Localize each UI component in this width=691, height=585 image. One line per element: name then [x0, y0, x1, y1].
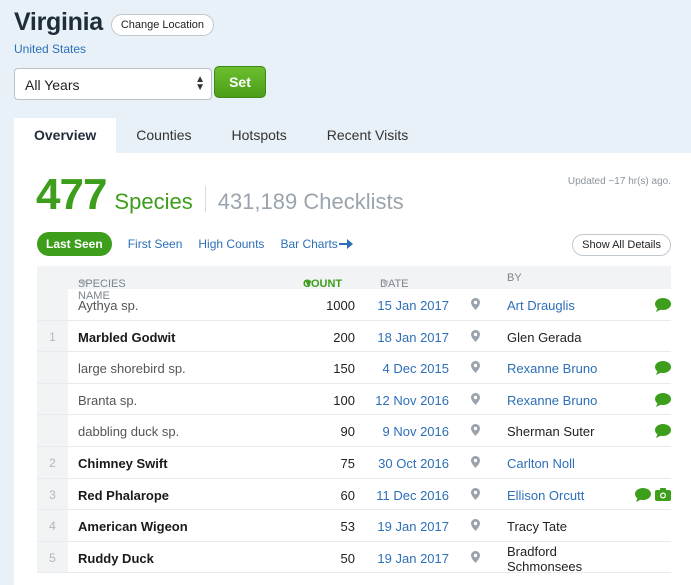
observer-name: Tracy Tate — [507, 519, 567, 535]
comment-icon[interactable] — [655, 424, 671, 441]
sort-options: Last Seen First Seen High Counts Bar Cha… — [37, 232, 353, 256]
tab-overview[interactable]: Overview — [14, 118, 117, 153]
date-link[interactable]: 12 Nov 2016 — [367, 393, 449, 408]
table-row: Aythya sp. 1000 15 Jan 2017 Art Drauglis — [37, 289, 671, 321]
col-by: BY — [507, 272, 522, 284]
bar-charts-label: Bar Charts — [280, 237, 338, 251]
table-row: 4 American Wigeon 53 19 Jan 2017 Tracy Tate — [37, 510, 671, 542]
row-icons — [655, 298, 671, 315]
observer-name: Sherman Suter — [507, 424, 595, 440]
show-all-details-button[interactable]: Show All Details — [572, 234, 671, 256]
row-icons — [655, 424, 671, 441]
count-value: 50 — [340, 550, 355, 566]
location-pin-icon[interactable] — [471, 424, 480, 439]
comment-icon[interactable] — [635, 487, 651, 505]
updated-text: Updated ~17 hr(s) ago. — [567, 176, 671, 187]
location-pin-icon[interactable] — [471, 487, 480, 503]
count-value: 75 — [340, 455, 355, 471]
camera-icon[interactable] — [655, 487, 671, 505]
sort-first-seen[interactable]: First Seen — [128, 237, 183, 251]
count-value: 90 — [340, 424, 355, 440]
comment-icon[interactable] — [655, 298, 671, 315]
observer-name: Bradford Schmonsees — [507, 543, 583, 574]
table-row: 3 Red Phalarope 60 11 Dec 2016 Ellison Orcut… — [37, 478, 671, 511]
location-pin-icon[interactable] — [471, 519, 480, 534]
location-pin-icon[interactable] — [471, 298, 480, 313]
comment-icon[interactable] — [655, 361, 671, 378]
observer-name[interactable]: Carlton Noll — [507, 456, 575, 471]
observer-name[interactable]: Rexanne Bruno — [507, 361, 597, 376]
tab-recent-visits[interactable]: Recent Visits — [307, 118, 428, 153]
location-pin-icon[interactable] — [471, 550, 480, 566]
location-title: Virginia — [14, 8, 103, 36]
overview-panel: 477 Species 431,189 Checklists Updated ~… — [14, 153, 691, 585]
location-pin-icon[interactable] — [471, 392, 480, 408]
checklists-count: 431,189 Checklists — [217, 189, 404, 214]
table-header: SPECIES NAME ▼ COUNT ▼ DATE ▼ BY — [37, 266, 671, 302]
location-header: Virginia Change Location — [14, 8, 215, 37]
table-row: 1 Marbled Godwit 200 18 Jan 2017 Glen Gerada — [37, 320, 671, 353]
observer-name: Glen Gerada — [507, 329, 582, 345]
date-link[interactable]: 9 Nov 2016 — [367, 424, 450, 439]
tab-counties[interactable]: Counties — [116, 118, 211, 153]
sort-last-seen[interactable]: Last Seen — [37, 232, 112, 256]
table-row: Branta sp. 100 12 Nov 2016 Rexanne Bruno — [37, 383, 671, 416]
date-link[interactable]: 19 Jan 2017 — [367, 519, 449, 534]
location-pin-icon[interactable] — [471, 361, 480, 376]
page-background: Virginia Change Location United States A… — [0, 0, 691, 585]
table-body: Aythya sp. 1000 15 Jan 2017 Art Drauglis 1 Ma… — [37, 289, 671, 574]
table-row: 5 Ruddy Duck 50 19 Jan 2017 Bradford Schmons… — [37, 541, 671, 574]
arrow-right-icon — [338, 239, 353, 249]
count-value: 1000 — [326, 298, 355, 313]
location-pin-icon[interactable] — [471, 329, 480, 345]
date-link[interactable]: 30 Oct 2016 — [367, 456, 449, 471]
row-icons — [655, 392, 671, 410]
comment-icon[interactable] — [655, 392, 671, 410]
count-value: 53 — [340, 519, 355, 535]
table-row: 2 Chimney Swift 75 30 Oct 2016 Carlton Noll — [37, 446, 671, 479]
observer-name[interactable]: Rexanne Bruno — [507, 393, 597, 408]
tab-bar: Overview Counties Hotspots Recent Visits — [14, 118, 428, 153]
change-location-button[interactable]: Change Location — [110, 13, 215, 36]
tab-hotspots[interactable]: Hotspots — [212, 118, 307, 153]
row-icons — [655, 361, 671, 378]
species-label: Species — [114, 189, 193, 214]
count-value: 150 — [333, 361, 355, 377]
date-link[interactable]: 15 Jan 2017 — [367, 298, 449, 313]
date-link[interactable]: 11 Dec 2016 — [367, 488, 449, 503]
count-value: 200 — [333, 329, 355, 345]
observer-name[interactable]: Ellison Orcutt — [507, 488, 584, 503]
summary-divider — [204, 186, 206, 212]
year-select[interactable]: All Years ▲ ▼ — [14, 68, 212, 100]
count-value: 100 — [333, 392, 355, 408]
date-link[interactable]: 4 Dec 2015 — [367, 361, 450, 376]
location-pin-icon[interactable] — [471, 455, 480, 471]
table-row: large shorebird sp. 150 4 Dec 2015 Rexanne … — [37, 352, 671, 384]
row-icons — [635, 487, 671, 505]
species-count: 477 — [36, 170, 107, 219]
set-button[interactable]: Set — [214, 66, 266, 98]
year-select-value: All Years — [25, 77, 80, 93]
sort-high-counts[interactable]: High Counts — [198, 237, 264, 251]
table-row: dabbling duck sp. 90 9 Nov 2016 Sherman Sut… — [37, 415, 671, 447]
select-arrows-icon: ▲ ▼ — [195, 74, 205, 93]
sort-bar-charts[interactable]: Bar Charts — [280, 237, 353, 251]
species-table: SPECIES NAME ▼ COUNT ▼ DATE ▼ BY Aythya … — [37, 266, 671, 574]
country-link[interactable]: United States — [14, 42, 86, 56]
observer-name[interactable]: Art Drauglis — [507, 298, 575, 313]
summary: 477 Species 431,189 Checklists — [36, 170, 404, 220]
date-link[interactable]: 18 Jan 2017 — [367, 330, 449, 345]
count-value: 60 — [340, 487, 355, 503]
date-link[interactable]: 19 Jan 2017 — [367, 551, 449, 566]
